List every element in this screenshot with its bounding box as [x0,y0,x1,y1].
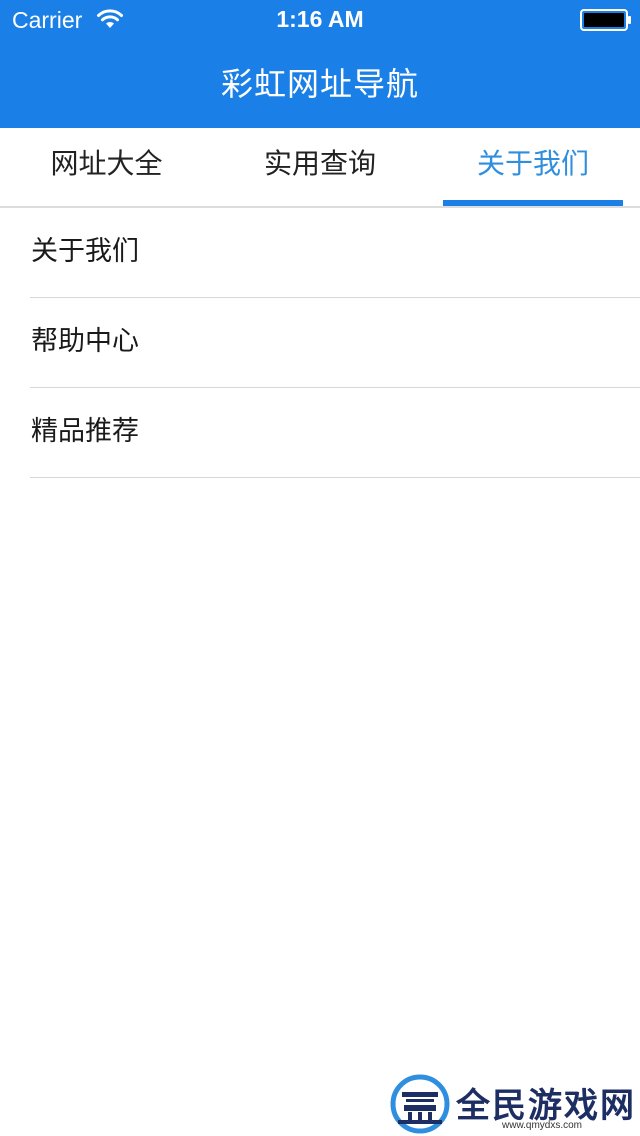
tab-utility-search[interactable]: 实用查询 [213,128,427,206]
tab-about-us[interactable]: 关于我们 [443,128,623,206]
list-item-label: 帮助中心 [31,326,139,357]
tab-bar: 网址大全 实用查询 关于我们 [0,128,640,208]
clock: 1:16 AM [276,6,364,32]
app-header: Carrier 1:16 AM 彩虹网址导航 [0,0,640,128]
list-item-featured[interactable]: 精品推荐 [0,388,640,478]
menu-list: 关于我们 帮助中心 精品推荐 [0,208,640,478]
divider [30,477,640,478]
status-bar: Carrier 1:16 AM [0,0,640,40]
list-item-label: 精品推荐 [31,416,139,447]
list-item-about-us[interactable]: 关于我们 [0,208,640,298]
watermark: 全民游戏网 www.qmydxs.com [390,1072,640,1136]
list-item-help-center[interactable]: 帮助中心 [0,298,640,388]
tab-active-indicator [443,200,623,206]
watermark-url: www.qmydxs.com [502,1120,583,1131]
page-title: 彩虹网址导航 [220,65,419,103]
battery-icon [580,9,631,31]
tab-url-directory[interactable]: 网址大全 [0,128,213,206]
list-item-label: 关于我们 [31,236,139,267]
watermark-logo-icon [390,1074,450,1134]
